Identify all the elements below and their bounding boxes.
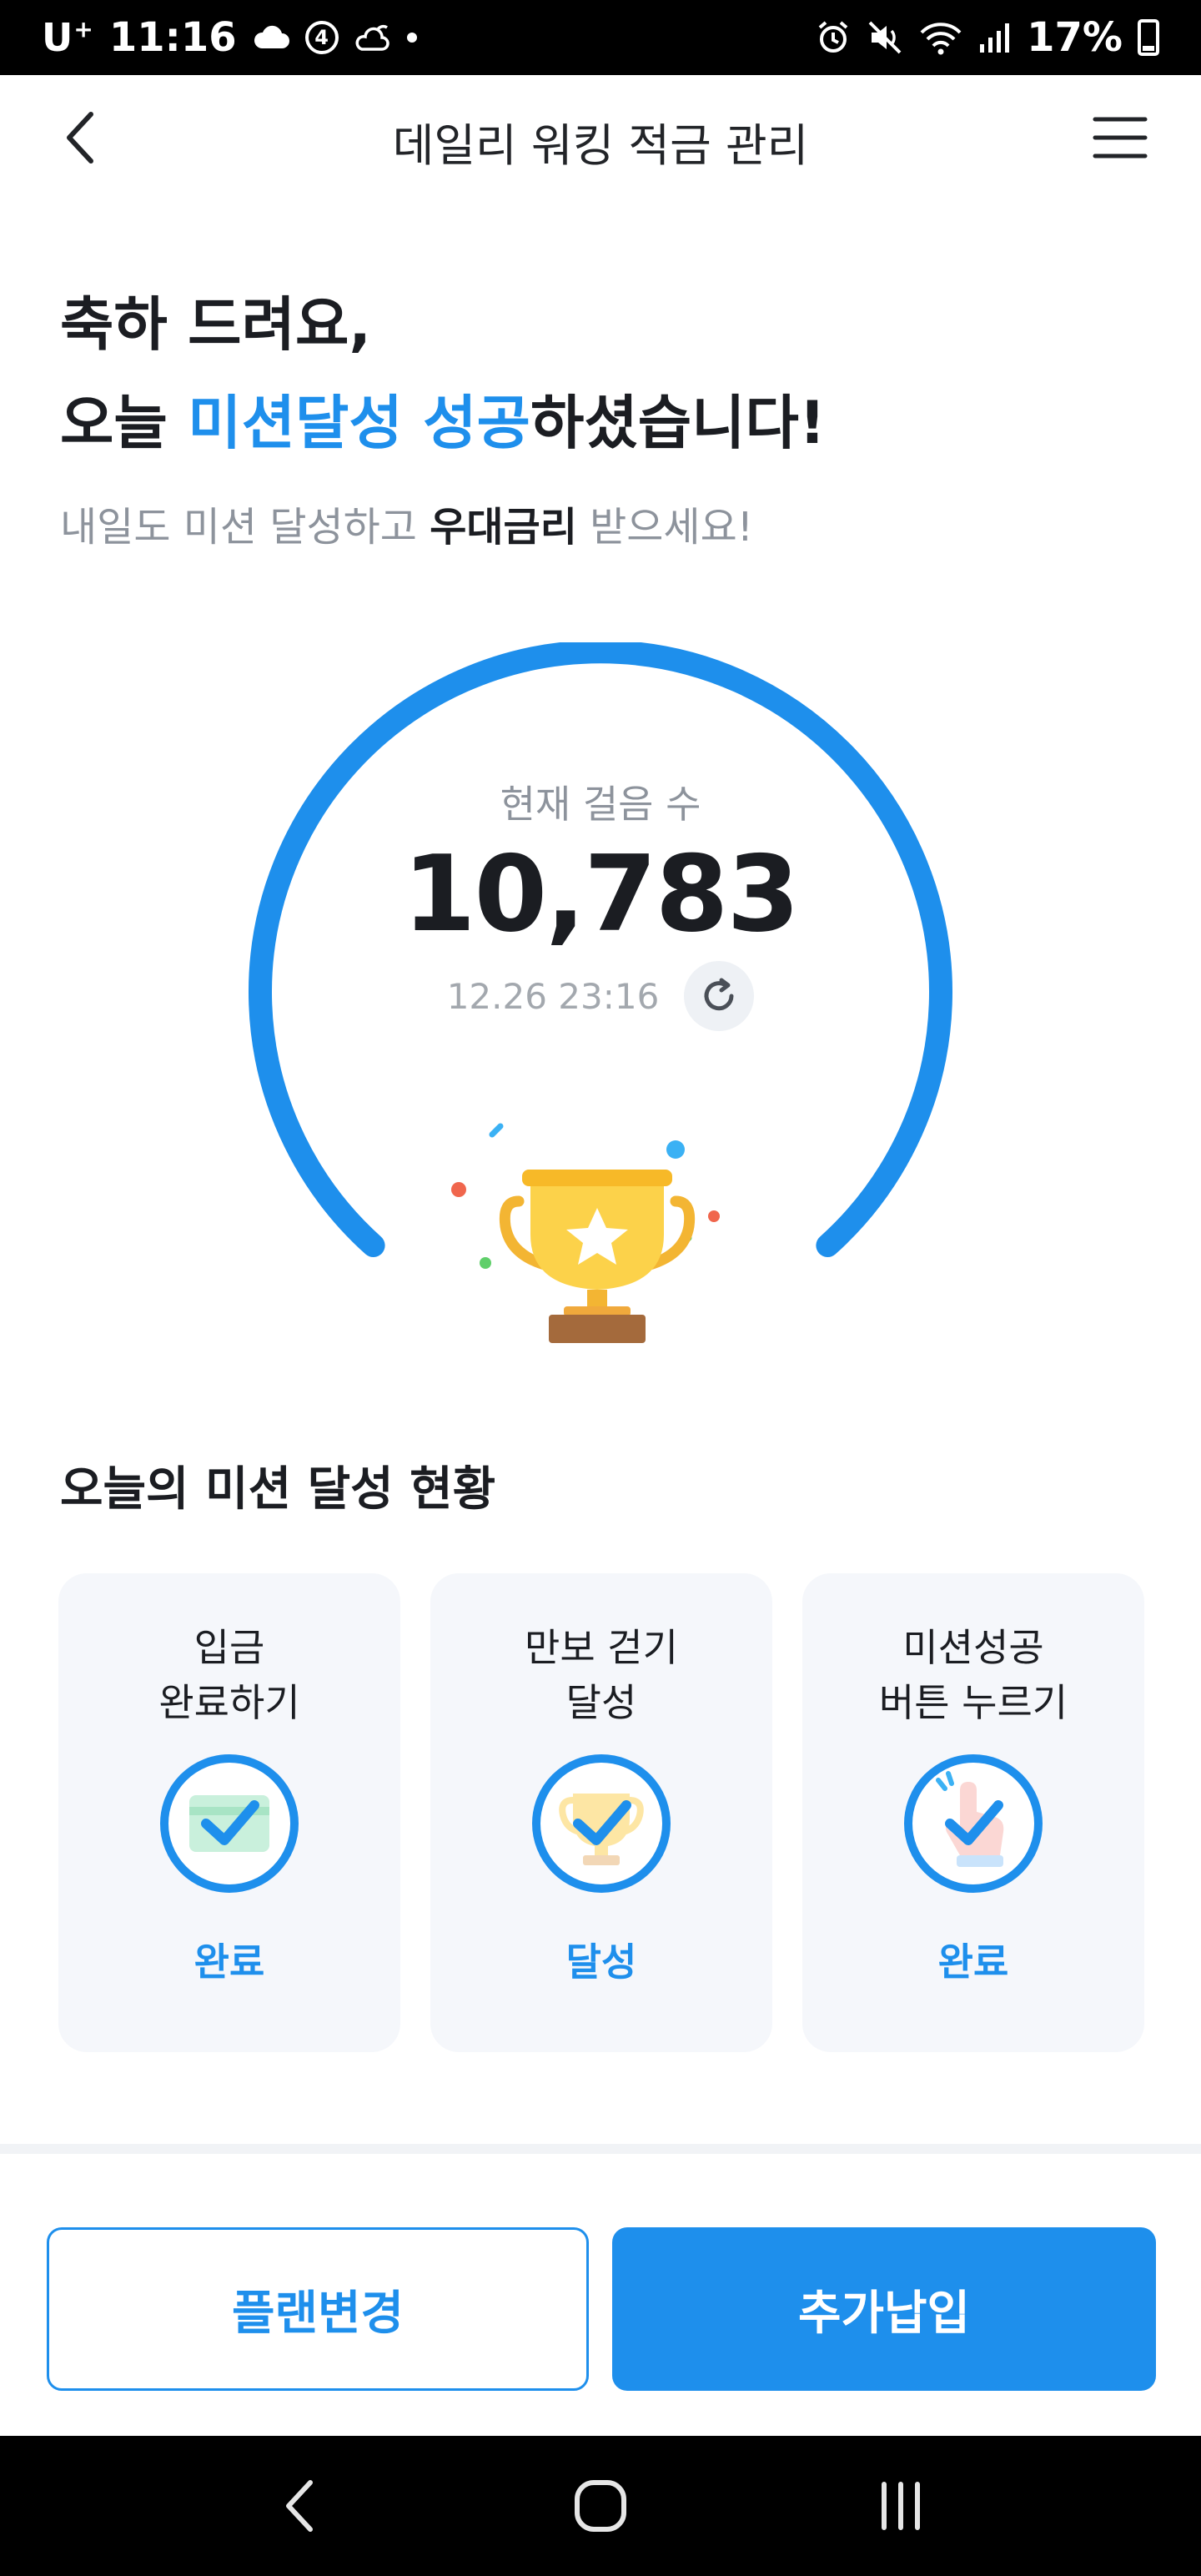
deposit-check-icon: [160, 1754, 299, 1893]
headline-subtext: 내일도 미션 달성하고 우대금리 받으세요!: [60, 494, 753, 552]
updated-time: 12.26 23:16: [446, 975, 660, 1017]
headline-accent: 미션달성 성공: [188, 389, 530, 457]
mission-card-status: 완료: [193, 1940, 265, 1985]
headline-line-2-suffix: 하셨습니다!: [530, 389, 826, 457]
change-plan-button[interactable]: 플랜변경: [47, 2227, 589, 2391]
app-bar: 데일리 워킹 적금 관리: [0, 75, 1201, 200]
page-title: 데일리 워킹 적금 관리: [392, 119, 809, 172]
status-time: 11:16: [108, 14, 237, 61]
nav-recents-icon: [882, 2482, 920, 2530]
mute-icon: [867, 19, 903, 56]
status-bar-right: 17%: [815, 14, 1159, 61]
nav-home-button[interactable]: [555, 2460, 646, 2552]
nav-home-icon: [575, 2480, 626, 2532]
refresh-button[interactable]: [684, 961, 755, 1031]
subtext-prefix: 내일도 미션 달성하고: [60, 504, 430, 551]
nav-back-icon: [286, 2480, 313, 2532]
mission-card-title: 만보 걷기 달성: [525, 1625, 678, 1725]
trophy-check-icon: [532, 1754, 671, 1893]
gauge-label: 현재 걸음 수: [500, 782, 701, 827]
status-bar: U+ 11:16 4 17%: [0, 0, 1201, 75]
section-divider: [0, 2144, 1201, 2154]
mission-cards: 입금 완료하기 완료 만보 걷기 달성 달성 미션성공 버튼 누르기 완료: [58, 1573, 1144, 2052]
trophy-icon: [451, 1123, 720, 1343]
mission-card-button: 미션성공 버튼 누르기 완료: [802, 1573, 1144, 2052]
mission-card-deposit: 입금 완료하기 완료: [58, 1573, 400, 2052]
headline-line-1: 축하 드려요,: [60, 290, 371, 359]
page: U+ 11:16 4 17% 데일리 워킹 적금 관리 축하 드려요, 오늘 미…: [0, 0, 1201, 2576]
gauge-updated-row: 12.26 23:16: [242, 961, 959, 1031]
headline-line-2: 오늘 미션달성 성공하셨습니다!: [60, 374, 826, 472]
signal-icon: [978, 21, 1012, 54]
notification-count-badge: 4: [304, 21, 339, 54]
congrats-headline: 축하 드려요, 오늘 미션달성 성공하셨습니다!: [60, 275, 826, 472]
mission-card-walking: 만보 걷기 달성 달성: [430, 1573, 772, 2052]
carrier-label: U+: [42, 15, 94, 60]
subtext-strong: 우대금리: [430, 504, 577, 551]
headline-line-2-prefix: 오늘: [60, 389, 188, 457]
menu-button[interactable]: [1089, 107, 1151, 169]
step-count: 10,783: [402, 833, 800, 955]
status-bar-left: U+ 11:16 4: [42, 14, 417, 61]
hamburger-menu-icon: [1093, 117, 1148, 158]
mission-card-status: 달성: [565, 1940, 637, 1985]
step-gauge: 현재 걸음 수 10,783 12.26 23:16: [242, 642, 959, 1343]
mission-card-title: 미션성공 버튼 누르기: [878, 1625, 1068, 1725]
weather-icon: [354, 21, 392, 54]
mission-status-title: 오늘의 미션 달성 현황: [60, 1462, 496, 1517]
cloud-icon: [252, 25, 290, 50]
alarm-icon: [815, 19, 852, 56]
tap-check-icon: [904, 1754, 1043, 1893]
nav-recents-button[interactable]: [855, 2460, 947, 2552]
wifi-icon: [918, 19, 963, 56]
dot-icon: [406, 33, 417, 43]
subtext-suffix: 받으세요!: [576, 504, 753, 551]
mission-card-title: 입금 완료하기: [158, 1625, 300, 1725]
mission-card-status: 완료: [937, 1940, 1009, 1985]
battery-icon: [1138, 19, 1159, 56]
nav-back-button[interactable]: [254, 2460, 346, 2552]
refresh-icon: [704, 978, 734, 1011]
system-nav-bar: [0, 2436, 1201, 2576]
extra-payment-button[interactable]: 추가납입: [612, 2227, 1156, 2391]
battery-percent: 17%: [1027, 14, 1123, 61]
